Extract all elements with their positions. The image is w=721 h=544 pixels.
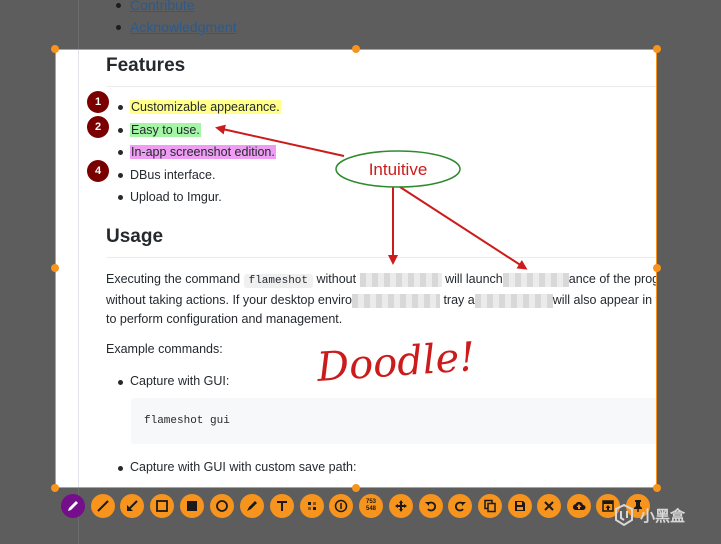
resize-handle-bottom[interactable] — [352, 484, 360, 492]
example-list: Capture with GUI: — [118, 374, 229, 388]
pixelate-icon — [308, 502, 316, 510]
redo-icon — [454, 501, 466, 512]
background-link-list: Contribute Acknowledgment — [112, 0, 237, 38]
counter-marker: 1 — [87, 91, 109, 113]
cloud-upload-icon — [572, 501, 586, 510]
feature-item: Easy to use. — [118, 119, 281, 142]
filled-rectangle-tool[interactable] — [180, 494, 204, 518]
arrow-icon — [127, 500, 138, 511]
background-link-contribute[interactable]: Contribute — [112, 0, 237, 16]
features-heading: Features — [106, 55, 186, 76]
pixelated-region — [474, 293, 553, 308]
move-icon — [395, 500, 407, 512]
background-link-acknowledgment[interactable]: Acknowledgment — [112, 16, 237, 38]
heading-divider — [106, 257, 656, 258]
rectangle-icon — [156, 500, 168, 512]
watermark: 小黑盒 — [612, 503, 685, 527]
inline-code: flameshot — [243, 274, 314, 288]
counter-marker: 2 — [87, 116, 109, 138]
pixelated-region — [351, 293, 440, 308]
marker-icon — [247, 501, 257, 511]
undo-tool[interactable] — [419, 494, 443, 518]
pixelated-region — [359, 272, 442, 287]
document-rule — [78, 50, 79, 487]
line-icon — [97, 500, 109, 512]
features-list: Customizable appearance. Easy to use. In… — [118, 96, 281, 209]
move-tool[interactable] — [389, 494, 413, 518]
feature-item: In-app screenshot edition. — [118, 141, 281, 164]
selection-size: 753 548 — [359, 494, 383, 518]
selection-width: 753 — [365, 499, 376, 505]
example-item: Capture with GUI with custom save path: — [118, 460, 356, 474]
capture-selection[interactable]: Features Customizable appearance. Easy t… — [55, 49, 657, 488]
pixelated-region — [502, 272, 569, 287]
feature-item: Customizable appearance. — [118, 96, 281, 119]
marker-tool[interactable] — [240, 494, 264, 518]
counter-marker: 4 — [87, 160, 109, 182]
line-tool[interactable] — [91, 494, 115, 518]
resize-handle-top-right[interactable] — [653, 45, 661, 53]
usage-heading: Usage — [106, 226, 164, 247]
heading-divider — [106, 86, 656, 87]
close-icon — [544, 501, 554, 511]
undo-icon — [425, 501, 437, 512]
selection-height: 548 — [365, 506, 376, 512]
upload-tool[interactable] — [567, 494, 591, 518]
copy-icon — [484, 499, 496, 513]
pixelate-tool[interactable] — [300, 494, 324, 518]
save-tool[interactable] — [508, 494, 532, 518]
pencil-icon — [68, 501, 78, 511]
resize-handle-right[interactable] — [653, 264, 661, 272]
filled-rectangle-icon — [187, 501, 197, 511]
counter-icon — [334, 499, 348, 513]
text-tool[interactable] — [270, 494, 294, 518]
watermark-logo-icon — [615, 503, 633, 527]
circle-icon — [216, 500, 228, 512]
rectangle-tool[interactable] — [150, 494, 174, 518]
text-icon — [277, 501, 287, 511]
circle-counter-tool[interactable] — [329, 494, 353, 518]
watermark-text: 小黑盒 — [640, 507, 686, 525]
example-item: Capture with GUI: — [118, 374, 229, 388]
example-list: Capture with GUI with custom save path: — [118, 460, 356, 474]
copy-tool[interactable] — [478, 494, 502, 518]
exit-tool[interactable] — [537, 494, 561, 518]
code-block: flameshot gui — [131, 398, 656, 444]
save-icon — [515, 501, 525, 511]
example-label: Example commands: — [106, 342, 223, 356]
usage-paragraph: Executing the command flameshot without … — [106, 272, 656, 326]
resize-handle-bottom-right[interactable] — [653, 484, 661, 492]
resize-handle-left[interactable] — [51, 264, 59, 272]
feature-item: DBus interface. — [118, 164, 281, 187]
arrow-tool[interactable] — [120, 494, 144, 518]
feature-item: Upload to Imgur. — [118, 186, 281, 209]
circle-tool[interactable] — [210, 494, 234, 518]
pencil-tool[interactable] — [61, 494, 85, 518]
redo-tool[interactable] — [448, 494, 472, 518]
resize-handle-top[interactable] — [352, 45, 360, 53]
resize-handle-top-left[interactable] — [51, 45, 59, 53]
resize-handle-bottom-left[interactable] — [51, 484, 59, 492]
